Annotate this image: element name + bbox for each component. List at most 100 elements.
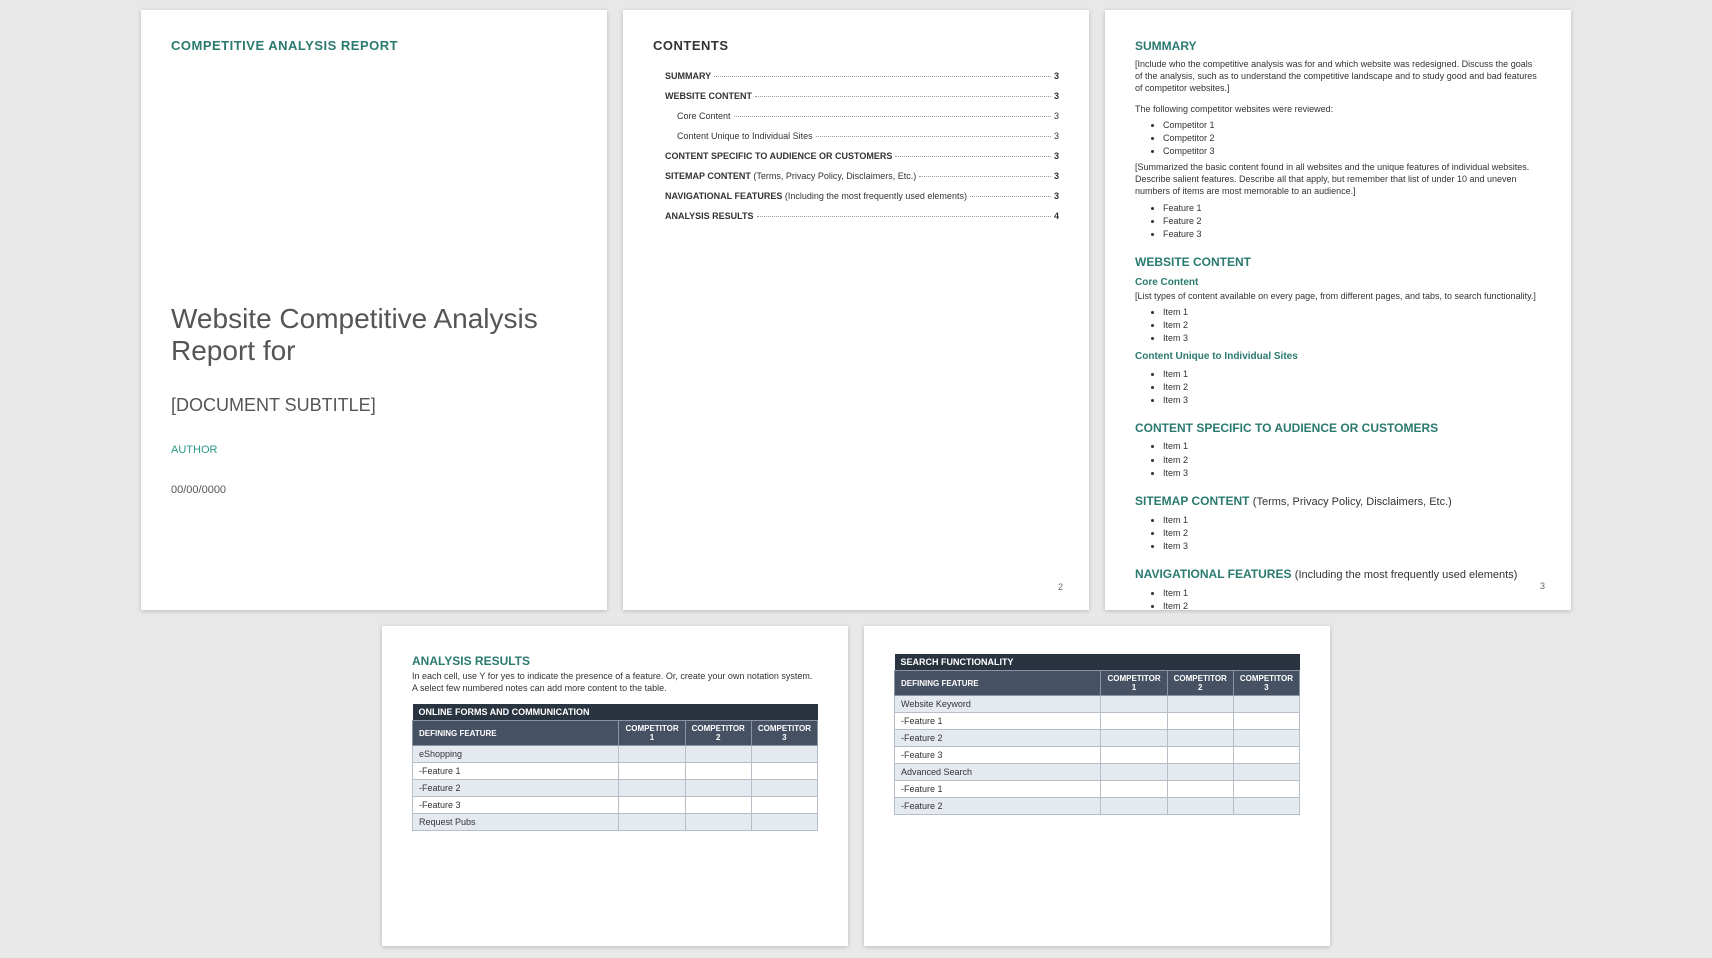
list-item: Item 3 [1163,467,1541,479]
page-4: ANALYSIS RESULTS In each cell, use Y for… [382,626,848,946]
summary-intro: [Include who the competitive analysis wa… [1135,58,1541,94]
table-cell [685,814,751,831]
table-row: -Feature 2 [895,730,1300,747]
table-cell [685,746,751,763]
sitemap-title-text: SITEMAP CONTENT [1135,494,1249,508]
list-item: Item 2 [1163,381,1541,393]
table-cell [1233,730,1299,747]
report-author: AUTHOR [171,444,577,456]
table-cell [1101,764,1167,781]
page-3: SUMMARY [Include who the competitive ana… [1105,10,1571,610]
toc-dots [714,76,1051,77]
list-item: Feature 3 [1163,228,1541,240]
table-cell-feature: -Feature 1 [413,763,619,780]
core-content-note: [List types of content available on ever… [1135,290,1541,302]
table-col-feature: DEFINING FEATURE [413,721,619,746]
table-row: -Feature 1 [413,763,818,780]
unique-content-title: Content Unique to Individual Sites [1135,350,1541,364]
table-cell-feature: -Feature 2 [413,780,619,797]
list-item: Item 1 [1163,306,1541,318]
toc-dots [757,216,1051,217]
table-cell [751,763,817,780]
list-item: Item 3 [1163,540,1541,552]
report-date: 00/00/0000 [171,484,577,496]
table-cell [751,797,817,814]
toc-page: 3 [1054,91,1059,101]
unique-items: Item 1Item 2Item 3 [1135,368,1541,406]
page-2: CONTENTS SUMMARY3WEBSITE CONTENT3Core Co… [623,10,1089,610]
list-item: Item 1 [1163,514,1541,526]
table-col-competitor: COMPETITOR 3 [751,721,817,746]
toc-label: CONTENT SPECIFIC TO AUDIENCE OR CUSTOMER… [665,151,892,161]
table-cell-feature: Request Pubs [413,814,619,831]
analysis-table-forms: ONLINE FORMS AND COMMUNICATIONDEFINING F… [412,704,818,831]
website-content-title: WEBSITE CONTENT [1135,254,1541,270]
contents-heading: CONTENTS [653,38,1059,53]
specific-items: Item 1Item 2Item 3 [1135,440,1541,478]
table-col-competitor: COMPETITOR 1 [619,721,685,746]
table-cell [1101,713,1167,730]
sitemap-items: Item 1Item 2Item 3 [1135,514,1541,552]
analysis-table-search: SEARCH FUNCTIONALITYDEFINING FEATURECOMP… [894,654,1300,815]
toc-line: WEBSITE CONTENT 3 [653,91,1059,101]
table-cell [1101,696,1167,713]
toc-page: 3 [1054,171,1059,181]
table-cell [1101,798,1167,815]
table-row: eShopping [413,746,818,763]
table-col-competitor: COMPETITOR 3 [1233,671,1299,696]
toc-line: NAVIGATIONAL FEATURES (Including the mos… [653,191,1059,201]
toc-dots [919,176,1051,177]
table-cell-feature: -Feature 3 [895,747,1101,764]
table-cell [685,797,751,814]
report-subtitle: [DOCUMENT SUBTITLE] [171,395,577,416]
table-col-competitor: COMPETITOR 1 [1101,671,1167,696]
table-row: -Feature 1 [895,713,1300,730]
table-cell [685,763,751,780]
list-item: Feature 1 [1163,202,1541,214]
table-col-competitor: COMPETITOR 2 [1167,671,1233,696]
toc-line: SITEMAP CONTENT (Terms, Privacy Policy, … [653,171,1059,181]
table-cell [619,763,685,780]
toc-label: SUMMARY [665,71,711,81]
table-cell [1167,747,1233,764]
list-item: Feature 2 [1163,215,1541,227]
toc-page: 3 [1054,71,1059,81]
table-band: SEARCH FUNCTIONALITY [895,654,1300,671]
toc-label: WEBSITE CONTENT [665,91,752,101]
nav-title-text: NAVIGATIONAL FEATURES [1135,567,1291,581]
report-header: COMPETITIVE ANALYSIS REPORT [171,38,577,53]
table-cell [1233,696,1299,713]
list-item: Item 2 [1163,527,1541,539]
toc-label: ANALYSIS RESULTS [665,211,754,221]
toc-label: Core Content [677,111,731,121]
table-cell [1233,713,1299,730]
table-row: Website Keyword [895,696,1300,713]
core-content-title: Core Content [1135,276,1541,290]
toc-dots [755,96,1051,97]
table-cell [1167,730,1233,747]
list-item: Competitor 1 [1163,119,1541,131]
list-item: Item 1 [1163,368,1541,380]
toc-label: Content Unique to Individual Sites [677,131,813,141]
analysis-results-intro: In each cell, use Y for yes to indicate … [412,671,818,694]
table-cell-feature: -Feature 1 [895,781,1101,798]
table-cell-feature: -Feature 3 [413,797,619,814]
toc: SUMMARY 3 WEBSITE CONTENT 3 Core Content 3 Con… [653,71,1059,221]
nav-title: NAVIGATIONAL FEATURES (Including the mos… [1135,566,1541,583]
toc-dots [895,156,1051,157]
table-cell [1167,696,1233,713]
table-cell [1233,781,1299,798]
page-number: 3 [1540,580,1545,592]
table-cell [1101,730,1167,747]
table-cell [1167,781,1233,798]
toc-line: CONTENT SPECIFIC TO AUDIENCE OR CUSTOMER… [653,151,1059,161]
toc-page: 3 [1054,111,1059,121]
list-item: Competitor 2 [1163,132,1541,144]
table-cell [751,780,817,797]
table-cell [1101,781,1167,798]
toc-line: Core Content 3 [653,111,1059,121]
list-item: Item 3 [1163,332,1541,344]
pages-row-1: COMPETITIVE ANALYSIS REPORT Website Comp… [10,10,1702,610]
table-col-competitor: COMPETITOR 2 [685,721,751,746]
page-5: SEARCH FUNCTIONALITYDEFINING FEATURECOMP… [864,626,1330,946]
